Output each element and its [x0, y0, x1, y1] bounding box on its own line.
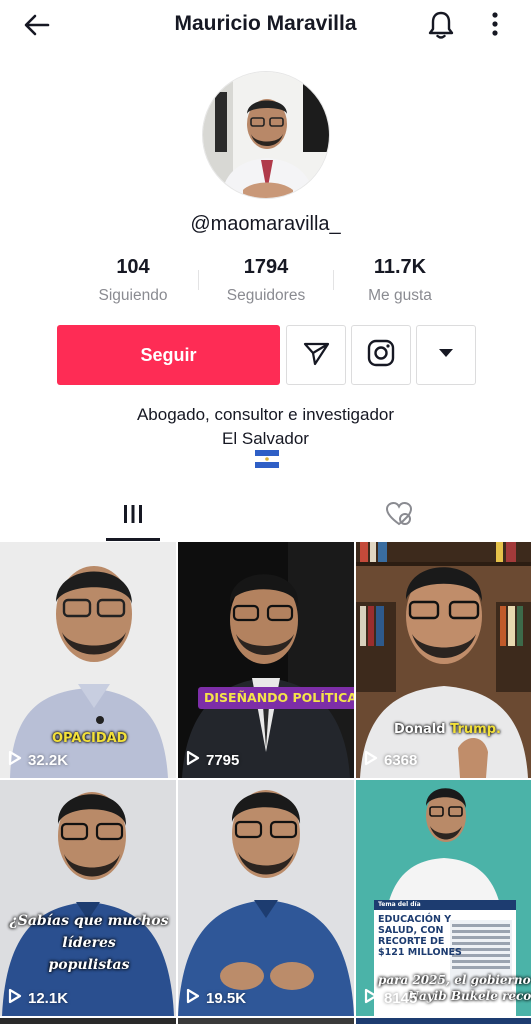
video-caption: DISEÑANDO POLÍTICAS: [204, 690, 354, 705]
video-thumbnail[interactable]: OPACIDAD 32.2K: [0, 542, 176, 778]
tab-liked[interactable]: [266, 492, 531, 540]
bio-line: Abogado, consultor e investigador: [136, 405, 395, 424]
caption-highlight: DISEÑANDO POLÍTICAS: [198, 687, 354, 709]
caret-down-icon: [436, 346, 456, 365]
video-thumbnail-partial[interactable]: [356, 1018, 531, 1024]
bell-icon[interactable]: [427, 10, 455, 40]
video-caption: OPACIDAD: [52, 731, 128, 746]
tab-videos[interactable]: [0, 492, 265, 540]
video-thumbnail[interactable]: Tema del día EDUCACIÓN Y SALUD, CON RECO…: [356, 780, 531, 1016]
view-count: 12.1K: [8, 988, 68, 1008]
view-count-text: 12.1K: [28, 989, 69, 1007]
following-stat[interactable]: 104 Siguiendo: [63, 256, 203, 305]
following-label: Siguiendo: [98, 287, 168, 304]
bio: Abogado, consultor e investigador El Sal…: [0, 403, 531, 451]
video-thumbnail-partial[interactable]: [178, 1018, 354, 1024]
view-count: 32.2K: [8, 750, 68, 770]
followers-stat[interactable]: 1794 Seguidores: [196, 256, 336, 305]
top-bar: Mauricio Maravilla: [0, 0, 531, 50]
news-line: RECORTE DE: [378, 936, 445, 947]
send-icon: [301, 338, 331, 373]
caption-highlight: Trump.: [450, 722, 501, 737]
video-grid: OPACIDAD 32.2K DISEÑANDO POLÍTICAS 7795: [0, 542, 531, 1024]
active-tab-indicator: [106, 538, 160, 541]
video-caption: Donald Trump.: [394, 722, 501, 737]
view-count-text: 19.5K: [206, 989, 247, 1007]
view-count: 7795: [186, 750, 239, 770]
view-count-text: 8145: [384, 989, 418, 1007]
view-count-text: 32.2K: [28, 751, 69, 769]
video-thumbnail[interactable]: ¿Sabías que muchos líderes populistas 12…: [0, 780, 176, 1016]
play-icon: [186, 988, 206, 1008]
dropdown-button[interactable]: [416, 325, 476, 385]
view-count-text: 7795: [206, 751, 240, 769]
news-header: Tema del día: [378, 901, 421, 908]
profile-tabs: [0, 492, 531, 542]
video-thumbnail-partial[interactable]: [0, 1018, 176, 1024]
caption-line: ¿Sabías que muchos líderes: [9, 913, 169, 951]
news-line: EDUCACIÓN Y: [378, 914, 452, 925]
followers-count: 1794: [243, 256, 289, 278]
view-count: 6368: [364, 750, 417, 770]
video-thumbnail[interactable]: DISEÑANDO POLÍTICAS 7795: [178, 542, 354, 778]
liked-hidden-icon: [384, 501, 414, 532]
instagram-button[interactable]: [351, 325, 411, 385]
view-count: 8145: [364, 988, 417, 1008]
grid-icon: [121, 502, 145, 531]
instagram-icon: [366, 338, 396, 373]
message-button[interactable]: [286, 325, 346, 385]
play-icon: [8, 988, 28, 1008]
play-icon: [8, 750, 28, 770]
more-options-icon[interactable]: [484, 10, 506, 40]
likes-label: Me gusta: [368, 287, 432, 304]
video-thumbnail[interactable]: Donald Trump. 6368: [356, 542, 531, 778]
play-icon: [364, 988, 384, 1008]
view-count-text: 6368: [384, 751, 418, 769]
news-line: SALUD, CON: [378, 925, 444, 936]
following-count: 104: [116, 256, 150, 278]
play-icon: [186, 750, 206, 770]
follow-button[interactable]: Seguir: [57, 325, 280, 385]
el-salvador-flag-icon: [255, 450, 279, 468]
caption-part: Donald: [394, 722, 451, 737]
video-thumbnail[interactable]: 19.5K: [178, 780, 354, 1016]
bio-line: El Salvador: [222, 429, 309, 448]
followers-label: Seguidores: [226, 287, 306, 304]
username: @maomaravilla_: [190, 213, 341, 235]
play-icon: [364, 750, 384, 770]
video-caption: ¿Sabías que muchos líderes populistas: [6, 910, 172, 976]
caption-line: para 2025, el gobierno de: [378, 973, 531, 987]
news-line: $121 MILLONES: [378, 947, 462, 958]
news-headline: EDUCACIÓN Y SALUD, CON RECORTE DE $121 M…: [378, 914, 462, 958]
avatar[interactable]: [202, 71, 330, 199]
caption-line: populistas: [48, 957, 130, 973]
likes-count: 11.7K: [373, 256, 427, 278]
view-count: 19.5K: [186, 988, 246, 1008]
likes-stat[interactable]: 11.7K Me gusta: [330, 256, 470, 305]
profile-stats: 104 Siguiendo 1794 Seguidores 11.7K Me g…: [0, 256, 531, 312]
